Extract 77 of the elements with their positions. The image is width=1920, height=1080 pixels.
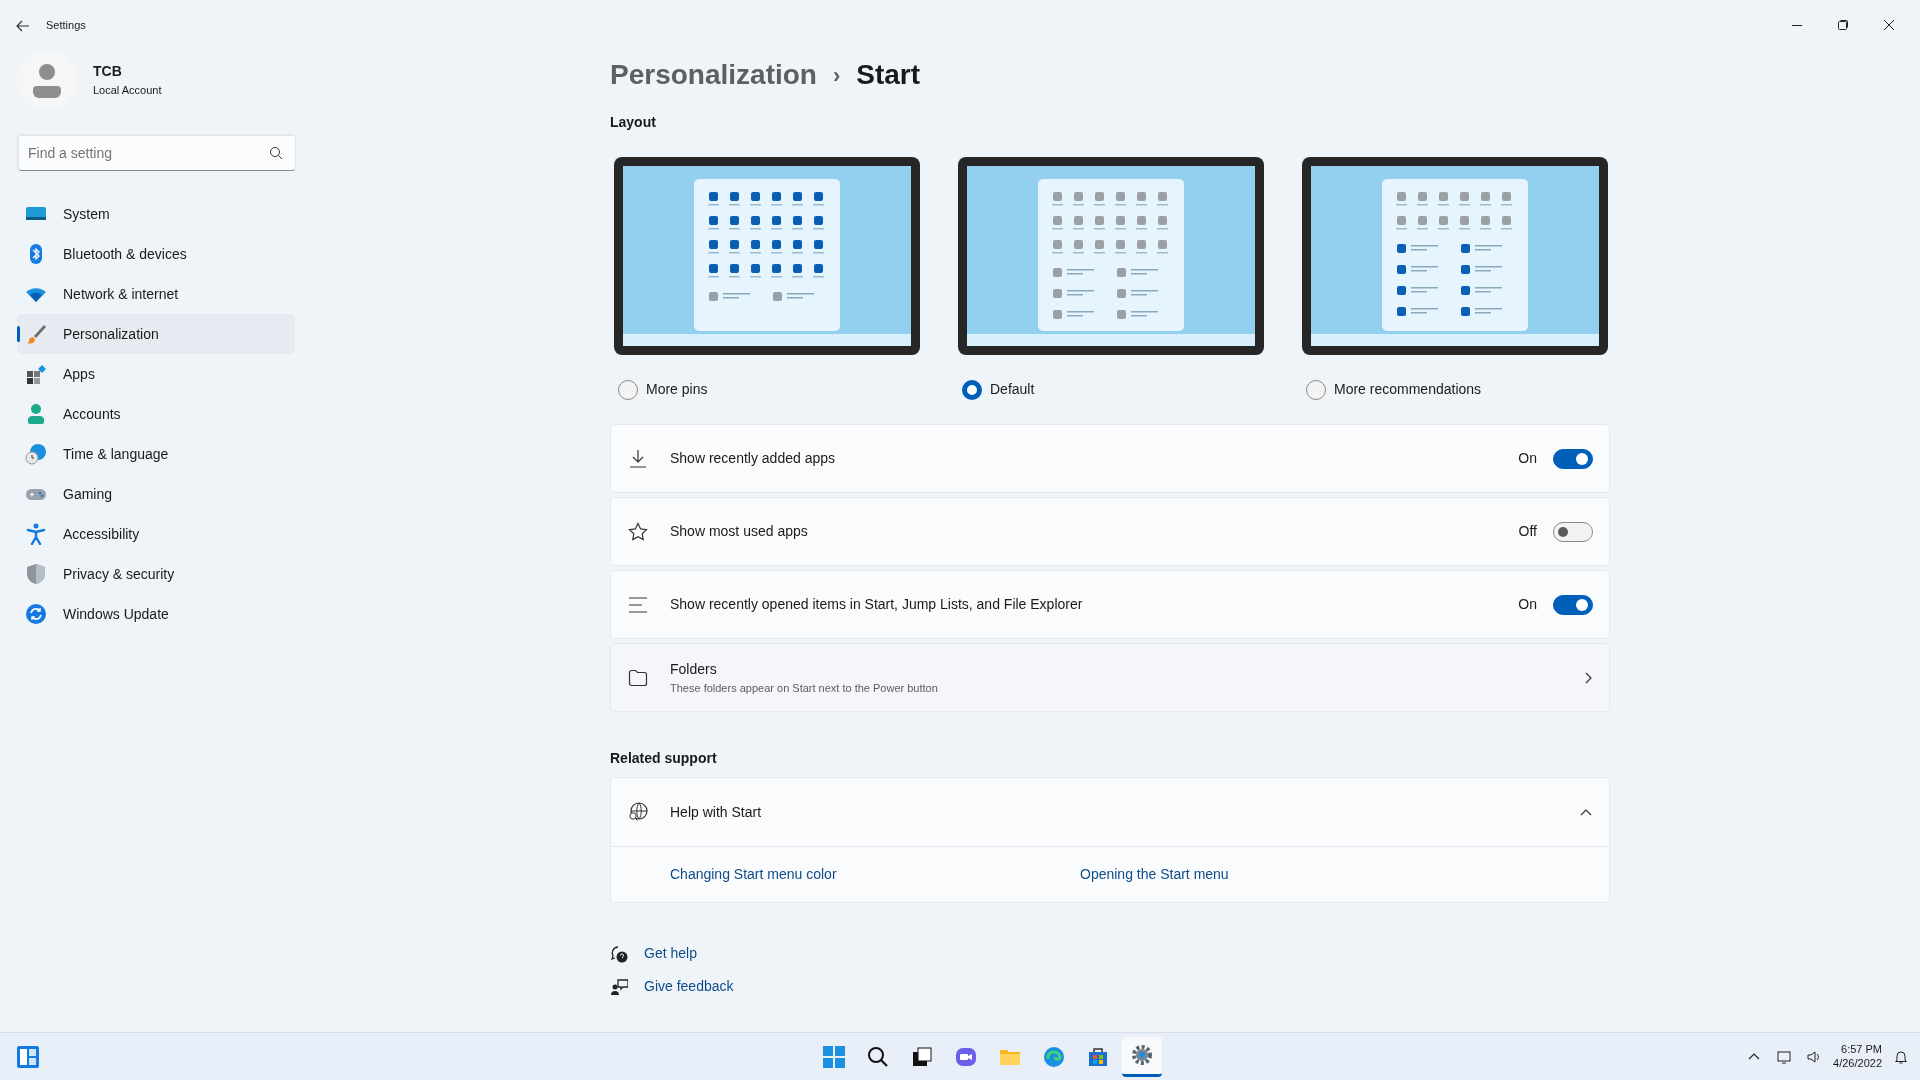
account-type: Local Account: [93, 83, 162, 99]
search-icon: [866, 1044, 890, 1069]
bell-icon: [1894, 1049, 1908, 1064]
footer-link[interactable]: Give feedback: [644, 976, 734, 997]
apps-icon: [25, 363, 47, 385]
widgets-icon: [16, 1044, 40, 1069]
setting-label: Show recently opened items in Start, Jump Lists, and File Explorer: [670, 595, 1084, 614]
globe-clock-icon: [25, 443, 47, 465]
browser-logo-icon: [1042, 1044, 1066, 1069]
monitor-icon: [1777, 1049, 1792, 1064]
help-link[interactable]: Changing Start menu color: [670, 864, 1080, 885]
footer-link[interactable]: Get help: [644, 943, 697, 964]
setting-label: Show most used apps: [670, 522, 809, 541]
lines-icon: [628, 594, 648, 615]
toggle-switch[interactable]: [1553, 594, 1593, 615]
setting-description: These folders appear on Start next to the Power button: [670, 680, 939, 696]
window-title: Settings: [46, 17, 86, 33]
help-link[interactable]: Opening the Start menu: [1080, 864, 1229, 885]
sidebar-item[interactable]: Windows Update: [17, 594, 295, 634]
search-icon: [269, 146, 283, 160]
help-bubble-icon: [610, 944, 628, 963]
toggle-switch[interactable]: [1553, 521, 1593, 542]
account-name: TCB: [93, 62, 123, 82]
download-icon: [628, 448, 648, 469]
paintbrush-icon: [25, 323, 47, 345]
settings-icon: [1130, 1043, 1154, 1067]
globe-search-icon: [628, 802, 648, 822]
sidebar-item[interactable]: Bluetooth & devices: [17, 234, 295, 274]
sidebar-item[interactable]: Apps: [17, 354, 295, 394]
task-view-icon: [910, 1044, 934, 1069]
clock-time[interactable]: 6:57 PM: [1833, 1043, 1882, 1057]
windows-logo-icon: [822, 1044, 846, 1069]
sidebar-item[interactable]: Accounts: [17, 394, 295, 434]
toggle-state: On: [1518, 449, 1537, 468]
radio-button[interactable]: [962, 379, 982, 400]
page-title: Start: [856, 58, 921, 92]
sidebar-item[interactable]: Privacy & security: [17, 554, 295, 594]
shield-icon: [25, 563, 47, 585]
radio-label[interactable]: More recommendations: [1334, 379, 1482, 400]
sidebar-item[interactable]: Time & language: [17, 434, 295, 474]
avatar-icon: [17, 50, 77, 110]
sidebar-item[interactable]: Gaming: [17, 474, 295, 514]
close-icon: [1884, 20, 1894, 30]
setting-label: Show recently added apps: [670, 449, 836, 468]
restore-icon: [1838, 20, 1848, 30]
refresh-icon: [25, 603, 47, 625]
help-title: Help with Start: [670, 802, 763, 822]
toggle-state: Off: [1518, 522, 1537, 541]
section-heading: Layout: [610, 113, 657, 132]
radio-button[interactable]: [1306, 379, 1326, 400]
toggle-switch[interactable]: [1553, 448, 1593, 469]
sidebar-item[interactable]: System: [17, 194, 295, 234]
section-heading: Related support: [610, 749, 718, 768]
radio-button[interactable]: [618, 379, 638, 400]
star-icon: [628, 521, 648, 542]
search-field[interactable]: Find a setting: [18, 135, 296, 171]
help-header[interactable]: Help with Start: [611, 778, 1609, 846]
accessibility-icon: [25, 523, 47, 545]
sidebar-item[interactable]: Accessibility: [17, 514, 295, 554]
settings-button[interactable]: [1122, 1036, 1162, 1077]
person-icon: [25, 403, 47, 425]
toggle-state: On: [1518, 595, 1537, 614]
settings-row[interactable]: Folders These folders appear on Start next to the Power button: [610, 643, 1610, 712]
breadcrumb-parent[interactable]: Personalization: [610, 54, 817, 96]
radio-label[interactable]: More pins: [646, 379, 708, 400]
sidebar-item[interactable]: Network & internet: [17, 274, 295, 314]
clock-date[interactable]: 4/26/2022: [1833, 1056, 1882, 1070]
setting-label: Folders: [670, 659, 718, 679]
breadcrumb-separator: ›: [832, 61, 841, 90]
sidebar-item[interactable]: Personalization: [17, 314, 295, 354]
chevron-up-icon: [1579, 807, 1593, 817]
folder-icon: [628, 667, 648, 688]
speaker-icon: [1807, 1049, 1822, 1064]
chevron-right-icon: [1583, 670, 1593, 685]
feedback-icon: [610, 977, 628, 996]
back-arrow-icon: [16, 19, 30, 32]
radio-label[interactable]: Default: [990, 379, 1035, 400]
